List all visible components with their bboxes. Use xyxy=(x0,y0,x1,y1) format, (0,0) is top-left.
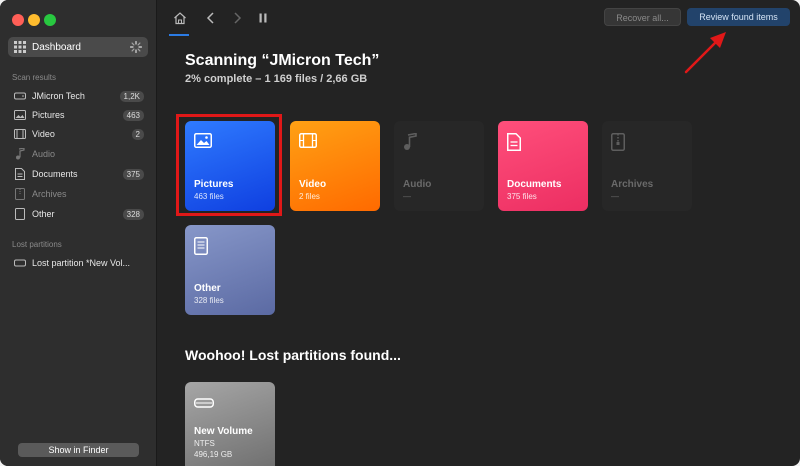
forward-chevron-icon[interactable] xyxy=(229,10,245,26)
count-badge: 2 xyxy=(131,128,144,140)
sidebar-item-video[interactable]: Video 2 xyxy=(8,125,148,143)
drive-icon xyxy=(14,257,26,269)
sidebar-item-label: Documents xyxy=(32,169,78,179)
tile-name: New Volume xyxy=(194,426,253,437)
scan-progress-text: 2% complete – 1 169 files / 2,66 GB xyxy=(185,73,368,85)
archive-icon xyxy=(14,188,26,200)
tile-audio[interactable]: Audio — xyxy=(394,121,484,211)
sidebar-item-label: Video xyxy=(32,129,55,139)
sidebar-item-jmicron[interactable]: JMicron Tech 1,2K xyxy=(8,87,148,105)
home-tab-indicator xyxy=(169,34,189,36)
image-icon xyxy=(14,109,26,121)
partition-size: 496,19 GB xyxy=(194,450,233,459)
count-badge: 1,2K xyxy=(119,90,144,102)
music-note-icon xyxy=(14,148,26,160)
spinner-icon xyxy=(130,41,142,53)
sidebar-item-label: Audio xyxy=(32,149,56,159)
app-window: Dashboard Scan results JMicron Tech 1,2K… xyxy=(0,0,800,466)
tile-count: 375 files xyxy=(507,192,537,201)
review-found-items-button[interactable]: Review found items xyxy=(687,8,790,26)
grid-icon xyxy=(14,41,26,53)
film-icon xyxy=(299,133,317,151)
sidebar-item-documents[interactable]: Documents 375 xyxy=(8,165,148,183)
sidebar-item-dashboard[interactable]: Dashboard xyxy=(8,37,148,57)
page-title: Scanning “JMicron Tech” xyxy=(185,52,380,69)
count-badge: 463 xyxy=(122,109,144,121)
tile-name: Video xyxy=(299,179,327,190)
show-in-finder-button[interactable]: Show in Finder xyxy=(18,443,139,457)
music-note-icon xyxy=(403,132,421,151)
tile-count: 2 files xyxy=(299,192,320,201)
sidebar-item-label: Archives xyxy=(32,189,67,199)
tile-documents[interactable]: Documents 375 files xyxy=(498,121,588,211)
sidebar-item-pictures[interactable]: Pictures 463 xyxy=(8,106,148,124)
sidebar-item-other[interactable]: Other 328 xyxy=(8,205,148,223)
sidebar-item-archives[interactable]: Archives xyxy=(8,185,148,203)
tile-other[interactable]: Other 328 files xyxy=(185,225,275,315)
back-chevron-icon[interactable] xyxy=(203,10,219,26)
home-icon[interactable] xyxy=(172,10,188,26)
pause-icon[interactable] xyxy=(255,10,271,26)
file-icon xyxy=(194,237,212,255)
tile-name: Other xyxy=(194,283,221,294)
sidebar-item-audio[interactable]: Audio xyxy=(8,145,148,163)
annotation-arrow-icon xyxy=(684,32,726,74)
recover-all-button[interactable]: Recover all... xyxy=(604,8,681,26)
close-window-button[interactable] xyxy=(12,14,24,26)
drive-icon xyxy=(194,396,214,414)
tile-archives[interactable]: Archives — xyxy=(602,121,692,211)
file-icon xyxy=(14,208,26,220)
drive-icon xyxy=(14,90,26,102)
tile-name: Audio xyxy=(403,179,432,190)
highlight-frame xyxy=(176,114,282,216)
tile-video[interactable]: Video 2 files xyxy=(290,121,380,211)
count-badge: 375 xyxy=(122,168,144,180)
tile-name: Archives xyxy=(611,179,654,190)
sidebar-item-label: Pictures xyxy=(32,110,65,120)
tile-count: — xyxy=(403,192,411,201)
archive-icon xyxy=(611,133,629,151)
document-icon xyxy=(14,168,26,180)
zoom-window-button[interactable] xyxy=(44,14,56,26)
sidebar: Dashboard Scan results JMicron Tech 1,2K… xyxy=(0,0,157,466)
dashboard-label: Dashboard xyxy=(32,41,81,53)
sidebar-item-label: Other xyxy=(32,209,55,219)
minimize-window-button[interactable] xyxy=(28,14,40,26)
film-icon xyxy=(14,128,26,140)
sidebar-item-label: JMicron Tech xyxy=(32,91,85,101)
sidebar-item-lost-partition[interactable]: Lost partition *New Vol... xyxy=(8,254,148,272)
scan-results-header: Scan results xyxy=(12,73,57,82)
lost-partitions-header: Lost partitions xyxy=(12,240,62,249)
sidebar-item-label: Lost partition *New Vol... xyxy=(32,258,131,268)
lost-partitions-title: Woohoo! Lost partitions found... xyxy=(185,347,401,363)
tile-count: — xyxy=(611,192,619,201)
document-icon xyxy=(507,133,525,151)
tile-count: 328 files xyxy=(194,296,224,305)
tile-new-volume[interactable]: New Volume NTFS 496,19 GB xyxy=(185,382,275,466)
partition-filesystem: NTFS xyxy=(194,439,215,448)
tile-name: Documents xyxy=(507,179,562,190)
count-badge: 328 xyxy=(122,208,144,220)
